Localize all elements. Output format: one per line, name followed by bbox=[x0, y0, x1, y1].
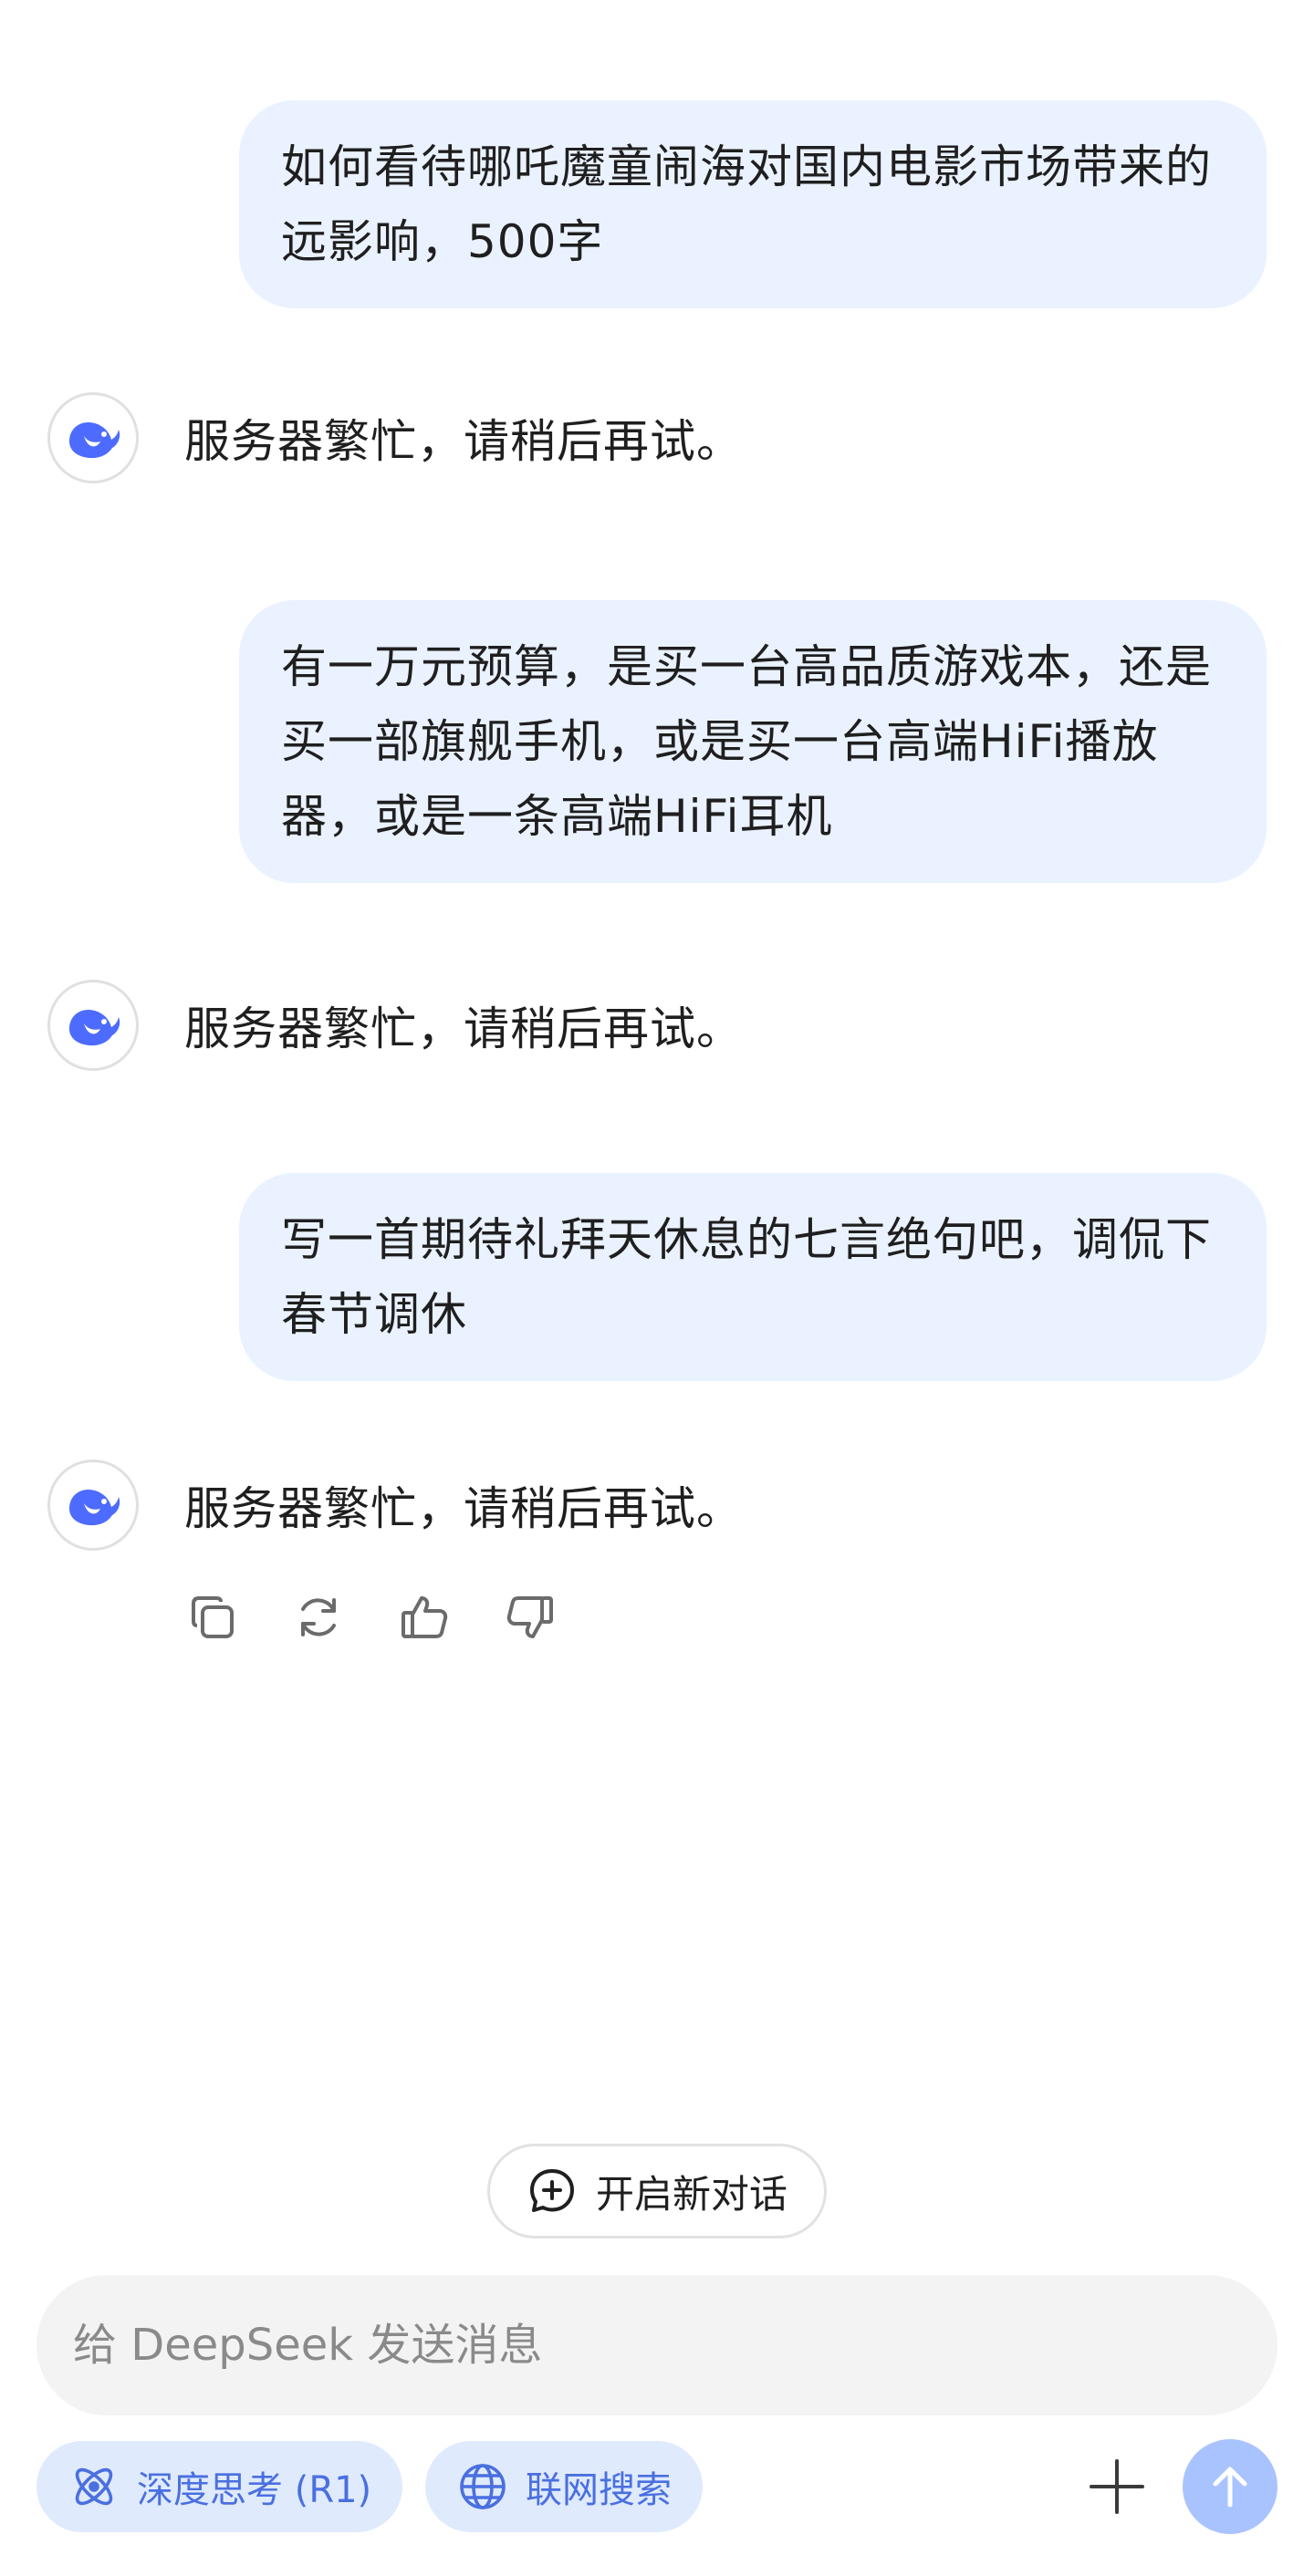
thumbs-up-icon bbox=[402, 1596, 448, 1638]
user-message-text: 写一首期待礼拜天休息的七言绝句吧，调侃下春节调休 bbox=[281, 1213, 1212, 1341]
deepseek-avatar bbox=[47, 1459, 139, 1551]
plus-icon bbox=[1090, 2459, 1144, 2514]
attach-button[interactable] bbox=[1079, 2448, 1155, 2525]
assistant-message-3: 服务器繁忙，请稍后再试。 bbox=[47, 1458, 743, 1553]
user-message-1: 如何看待哪吒魔童闹海对国内电影市场带来的远影响，500字 bbox=[239, 100, 1267, 308]
web-search-label: 联网搜索 bbox=[526, 2469, 672, 2511]
message-input[interactable] bbox=[71, 2319, 1225, 2372]
atom-icon bbox=[75, 2467, 113, 2506]
regenerate-icon bbox=[301, 1598, 336, 1636]
user-message-text: 有一万元预算，是买一台高品质游戏本，还是买一部旗舰手机，或是买一台高端HiFi播… bbox=[281, 640, 1212, 843]
regenerate-button[interactable] bbox=[290, 1589, 347, 1646]
send-button[interactable] bbox=[1183, 2439, 1278, 2534]
user-message-3: 写一首期待礼拜天休息的七言绝句吧，调侃下春节调休 bbox=[239, 1173, 1267, 1381]
assistant-message-1: 服务器繁忙，请稍后再试。 bbox=[47, 390, 743, 485]
assistant-message-text: 服务器繁忙，请稍后再试。 bbox=[184, 1482, 743, 1535]
like-button[interactable] bbox=[396, 1589, 453, 1646]
user-message-2: 有一万元预算，是买一台高品质游戏本，还是买一部旗舰手机，或是买一台高端HiFi播… bbox=[239, 600, 1267, 883]
message-actions bbox=[184, 1589, 558, 1646]
user-message-text: 如何看待哪吒魔童闹海对国内电影市场带来的远影响，500字 bbox=[281, 140, 1212, 268]
copy-icon bbox=[192, 1596, 234, 1638]
globe-icon bbox=[460, 2464, 506, 2509]
deepseek-avatar bbox=[47, 980, 139, 1071]
new-chat-label: 开启新对话 bbox=[595, 2171, 787, 2217]
dislike-button[interactable] bbox=[502, 1589, 558, 1646]
copy-button[interactable] bbox=[184, 1589, 241, 1646]
arrow-up-icon bbox=[1213, 2467, 1247, 2508]
deepseek-avatar bbox=[47, 392, 139, 483]
chat-plus-icon bbox=[529, 2169, 574, 2212]
web-search-toggle[interactable]: 联网搜索 bbox=[425, 2441, 703, 2532]
deep-think-toggle[interactable]: 深度思考 (R1) bbox=[36, 2441, 403, 2532]
new-chat-button[interactable]: 开启新对话 bbox=[487, 2144, 827, 2238]
message-composer bbox=[36, 2275, 1278, 2415]
assistant-message-text: 服务器繁忙，请稍后再试。 bbox=[184, 1002, 743, 1055]
deepseek-whale-icon bbox=[69, 421, 120, 459]
thumbs-down-icon bbox=[506, 1596, 553, 1638]
deepseek-whale-icon bbox=[69, 1009, 120, 1046]
assistant-message-2: 服务器繁忙，请稍后再试。 bbox=[47, 978, 743, 1073]
assistant-message-text: 服务器繁忙，请稍后再试。 bbox=[184, 415, 743, 468]
deep-think-label: 深度思考 (R1) bbox=[137, 2469, 372, 2511]
deepseek-whale-icon bbox=[69, 1489, 120, 1526]
